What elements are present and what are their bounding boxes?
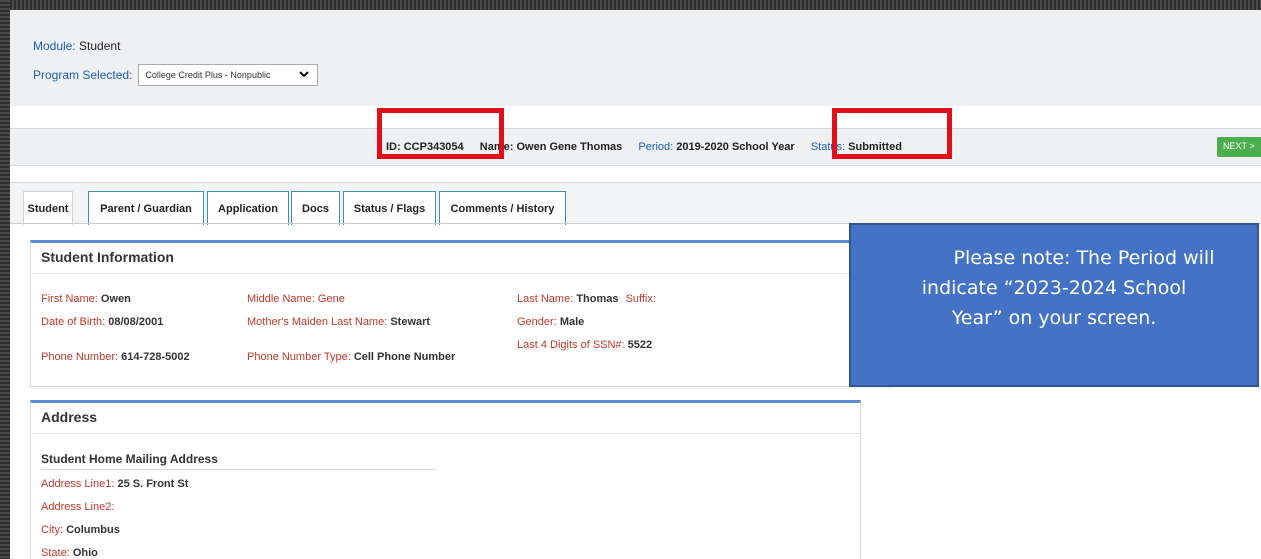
panel-title: Student Information <box>41 249 174 265</box>
name-value: Owen Gene Thomas <box>516 141 623 153</box>
address-line1-label: Address Line1: <box>41 478 115 490</box>
note-line-2: indicate “2023-2024 School <box>921 277 1187 299</box>
tab-docs[interactable]: Docs <box>291 191 340 225</box>
address-panel: Address Student Home Mailing Address Add… <box>30 400 862 559</box>
last-name-value: Thomas <box>576 293 619 305</box>
program-select[interactable]: College Credit Plus - Nonpublic <box>138 64 319 86</box>
address-line2-label: Address Line2: <box>41 501 115 513</box>
address-line2-field: Address Line2: <box>41 501 114 513</box>
middle-name-value: Gene <box>317 293 345 305</box>
gender-field: Gender: Male <box>517 316 584 328</box>
ssn-value: 5522 <box>627 339 653 351</box>
suffix-label: Suffix: <box>625 293 656 305</box>
tab-application[interactable]: Application <box>207 191 289 225</box>
phone-value: 614-728-5002 <box>121 351 190 363</box>
chevron-down-icon <box>299 69 310 81</box>
panel-divider <box>31 273 893 274</box>
state-value: Ohio <box>72 547 98 559</box>
tab-comments-history[interactable]: Comments / History <box>439 191 566 225</box>
module-label: Module: <box>33 39 76 53</box>
address-subtitle: Student Home Mailing Address <box>41 452 436 470</box>
city-label: City: <box>41 524 63 536</box>
dob-field: Date of Birth: 08/08/2001 <box>41 316 163 328</box>
first-name-label: First Name: <box>41 293 98 305</box>
gender-label: Gender: <box>517 316 557 328</box>
dob-value: 08/08/2001 <box>108 316 164 328</box>
maiden-name-value: Stewart <box>390 316 431 328</box>
maiden-name-label: Mother's Maiden Last Name: <box>247 316 388 328</box>
highlight-box-id <box>377 108 504 159</box>
program-select-value: College Credit Plus - Nonpublic <box>145 70 271 80</box>
ssn-label: Last 4 Digits of SSN#: <box>517 339 625 351</box>
address-divider <box>31 433 862 434</box>
period-label: Period: <box>638 141 674 153</box>
city-value: Columbus <box>66 524 120 536</box>
dob-label: Date of Birth: <box>41 316 106 328</box>
program-line: Program Selected: College Credit Plus - … <box>33 64 319 86</box>
state-label: State: <box>41 547 70 559</box>
tab-student[interactable]: Student <box>23 191 73 225</box>
address-subtitle-text: Student Home Mailing Address <box>41 452 218 466</box>
program-label: Program Selected: <box>33 68 133 82</box>
phone-label: Phone Number: <box>41 351 119 363</box>
tab-status-flags[interactable]: Status / Flags <box>343 191 436 225</box>
city-field: City: Columbus <box>41 524 120 536</box>
background-left-stripes <box>0 0 10 559</box>
module-line: Module: Student <box>33 39 120 53</box>
highlight-box-status <box>832 108 952 159</box>
middle-name-label: Middle Name: <box>247 293 315 305</box>
background-stripes <box>0 0 1261 10</box>
last-name-label: Last Name: <box>517 293 574 305</box>
last-name-field: Last Name: Thomas Suffix: <box>517 293 656 305</box>
app-window: Module: Student Program Selected: Colleg… <box>10 10 1261 559</box>
phone-type-field: Phone Number Type: Cell Phone Number <box>247 351 455 363</box>
phone-type-value: Cell Phone Number <box>353 351 456 363</box>
middle-name-field: Middle Name: Gene <box>247 293 345 305</box>
phone-type-label: Phone Number Type: <box>247 351 351 363</box>
gender-value: Male <box>559 316 585 328</box>
ssn-field: Last 4 Digits of SSN#: 5522 <box>517 339 652 351</box>
module-value: Student <box>79 39 121 53</box>
tab-parent-guardian[interactable]: Parent / Guardian <box>88 191 204 225</box>
note-line-1: Please note: The Period will <box>953 247 1215 269</box>
phone-field: Phone Number: 614-728-5002 <box>41 351 190 363</box>
address-title: Address <box>41 409 98 425</box>
module-header: Module: Student Program Selected: Colleg… <box>10 10 1261 106</box>
address-line1-value: 25 S. Front St <box>117 478 189 490</box>
maiden-name-field: Mother's Maiden Last Name: Stewart <box>247 316 430 328</box>
note-line-3: Year” on your screen. <box>951 307 1157 329</box>
tab-bar: Student Parent / Guardian Application Do… <box>10 182 1261 225</box>
first-name-field: First Name: Owen <box>41 293 131 305</box>
period-note-callout: Please note: The Period will indicate “2… <box>849 223 1259 387</box>
next-button[interactable]: NEXT > <box>1217 137 1261 157</box>
student-id-bar: ID: CCP343054 Name: Owen Gene Thomas Per… <box>10 128 1261 166</box>
student-information-panel: Student Information First Name: Owen Mid… <box>30 240 893 387</box>
period-value: 2019-2020 School Year <box>676 141 795 153</box>
address-line1-field: Address Line1: 25 S. Front St <box>41 478 188 490</box>
state-field: State: Ohio <box>41 547 98 559</box>
first-name-value: Owen <box>100 293 131 305</box>
